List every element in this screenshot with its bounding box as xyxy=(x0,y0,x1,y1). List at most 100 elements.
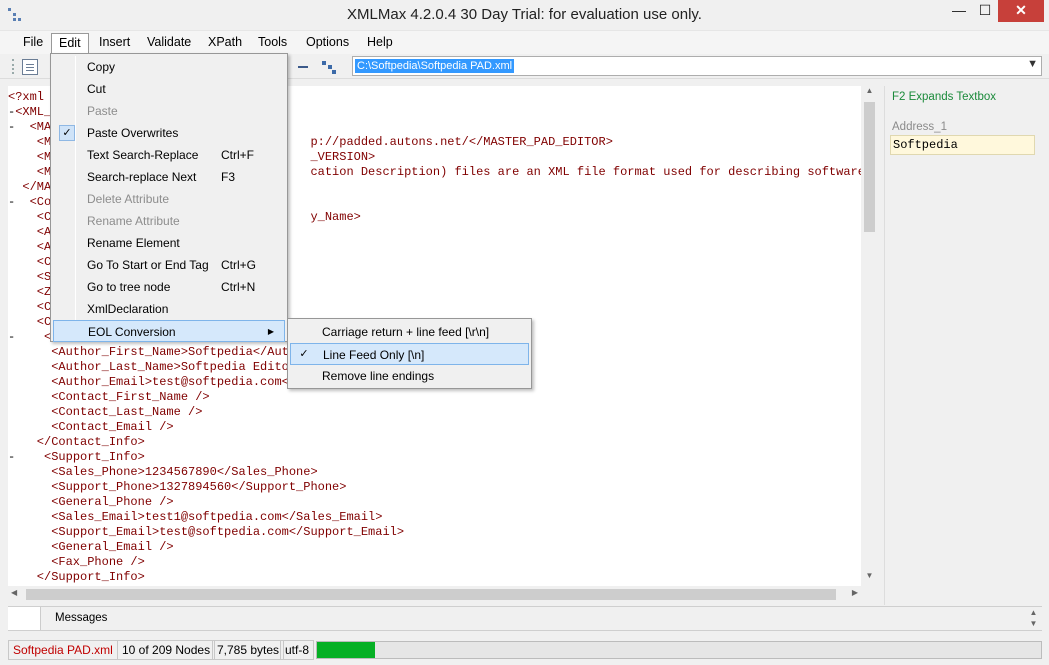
edit-menu-item[interactable]: EOL Conversion ▶ xyxy=(53,320,285,342)
menu-item-label: Copy xyxy=(87,60,116,74)
menu-item-label: Text Search-Replace xyxy=(87,148,199,162)
scroll-right-icon[interactable]: ▶ xyxy=(852,588,858,597)
menu-item-label: Go To Start or End Tag xyxy=(87,258,209,272)
menu-item-label: Remove line endings xyxy=(322,369,435,383)
menu-item-label: Paste Overwrites xyxy=(87,126,179,140)
chevron-down-icon[interactable]: ▼ xyxy=(1027,58,1038,70)
menu-options[interactable]: Options xyxy=(299,33,356,53)
code-line[interactable]: <Sales_Phone>1234567890</Sales_Phone> xyxy=(8,465,861,480)
edit-menu-item[interactable]: Go To Start or End Tag Ctrl+G xyxy=(53,254,285,276)
progress-fill xyxy=(317,642,375,658)
code-text: <Fax_Phone /> xyxy=(8,555,145,569)
code-text: <Support_Info> xyxy=(15,450,145,464)
chevron-right-icon: ▶ xyxy=(267,327,274,336)
edit-menu-item[interactable]: Delete Attribute xyxy=(53,188,285,210)
code-line[interactable]: <Fax_Phone /> xyxy=(8,555,861,570)
file-path-combobox[interactable]: C:\Softpedia\Softpedia PAD.xml ▼ xyxy=(352,56,1042,76)
window-title: XMLMax 4.2.0.4 30 Day Trial: for evaluat… xyxy=(347,6,702,23)
eol-conversion-submenu: Carriage return + line feed [\r\n] ✓ Line … xyxy=(287,318,532,389)
code-text: <XML_ xyxy=(15,105,52,119)
edit-menu-item[interactable]: Rename Attribute xyxy=(53,210,285,232)
edit-menu-item[interactable]: Text Search-Replace Ctrl+F xyxy=(53,144,285,166)
minimize-button[interactable]: — xyxy=(946,0,972,22)
edit-menu: Copy Cut Paste ✓ Paste Overwrites Text Search… xyxy=(50,53,288,342)
editor-horizontal-scrollbar[interactable]: ◀ ▶ xyxy=(8,586,861,603)
code-text: <Author_Last_Name>Softpedia Editor xyxy=(8,360,297,374)
code-text: <Contact_First_Name /> xyxy=(8,390,210,404)
messages-title: Messages xyxy=(55,612,108,624)
code-text: <Support_Email>test@softpedia.com</Suppo… xyxy=(8,525,405,539)
status-file: Softpedia PAD.xml xyxy=(8,640,118,660)
code-line[interactable]: - <Support_Info> xyxy=(8,450,861,465)
code-line[interactable]: <Contact_First_Name /> xyxy=(8,390,861,405)
code-line[interactable]: <Contact_Last_Name /> xyxy=(8,405,861,420)
code-line[interactable]: </Contact_Info> xyxy=(8,435,861,450)
menu-file[interactable]: File xyxy=(16,33,50,53)
eol-menu-item[interactable]: Remove line endings xyxy=(290,365,529,387)
menu-validate[interactable]: Validate xyxy=(140,33,198,53)
attribute-label: Address_1 xyxy=(892,121,947,133)
code-line[interactable]: <General_Email /> xyxy=(8,540,861,555)
menu-help[interactable]: Help xyxy=(360,33,400,53)
code-text: <Sales_Phone>1234567890</Sales_Phone> xyxy=(8,465,318,479)
attribute-value-field[interactable]: Softpedia xyxy=(890,135,1035,155)
editor-vertical-scrollbar[interactable]: ▲ ▼ xyxy=(861,86,878,586)
new-document-icon[interactable] xyxy=(22,59,38,75)
edit-menu-item[interactable]: ✓ Paste Overwrites xyxy=(53,122,285,144)
menu-item-label: XmlDeclaration xyxy=(87,302,169,316)
edit-menu-item[interactable]: Rename Element xyxy=(53,232,285,254)
menu-item-shortcut: F3 xyxy=(221,170,236,184)
code-text: </Contact_Info> xyxy=(8,435,145,449)
eol-menu-item[interactable]: ✓ Line Feed Only [\n] xyxy=(290,343,529,365)
menu-item-label: Delete Attribute xyxy=(87,192,170,206)
code-text: <Author_Email>test@softpedia.com</A xyxy=(8,375,304,389)
menu-item-label: Rename Attribute xyxy=(87,214,180,228)
menu-tools[interactable]: Tools xyxy=(251,33,294,53)
scroll-up-icon[interactable]: ▲ xyxy=(861,86,878,101)
maximize-button[interactable]: ☐ xyxy=(972,0,998,22)
menu-item-label: Carriage return + line feed [\r\n] xyxy=(322,325,490,339)
menu-bar: File Edit Insert Validate XPath Tools Op… xyxy=(0,31,1049,54)
code-text: <Author_First_Name>Softpedia</Autho xyxy=(8,345,304,359)
menu-item-label: Search-replace Next xyxy=(87,170,197,184)
messages-scroll[interactable]: ▲ ▼ xyxy=(1025,607,1042,630)
close-button[interactable]: ✕ xyxy=(998,0,1044,22)
status-nodes: 10 of 209 Nodes xyxy=(117,640,216,660)
code-text: <General_Phone /> xyxy=(8,495,174,509)
checkmark-icon: ✓ xyxy=(59,125,75,141)
menu-item-label: Paste xyxy=(87,104,118,118)
messages-toggle[interactable] xyxy=(8,607,41,630)
code-text: <?xml xyxy=(8,90,45,104)
menu-insert[interactable]: Insert xyxy=(92,33,137,53)
tree-view-icon[interactable] xyxy=(322,59,338,75)
scroll-left-icon[interactable]: ◀ xyxy=(11,588,17,597)
messages-panel: Messages ▲ ▼ xyxy=(8,606,1042,631)
code-line[interactable]: <Support_Phone>1327894560</Support_Phone… xyxy=(8,480,861,495)
menu-item-label: EOL Conversion xyxy=(88,325,176,339)
edit-menu-item[interactable]: XmlDeclaration xyxy=(53,298,285,320)
code-line[interactable]: <Contact_Email /> xyxy=(8,420,861,435)
menu-edit[interactable]: Edit xyxy=(51,33,89,53)
code-line[interactable]: <General_Phone /> xyxy=(8,495,861,510)
edit-menu-item[interactable]: Go to tree node Ctrl+N xyxy=(53,276,285,298)
status-bar: Softpedia PAD.xml 10 of 209 Nodes 7,785 … xyxy=(0,637,1049,665)
code-line[interactable]: <Support_Email>test@softpedia.com</Suppo… xyxy=(8,525,861,540)
status-encoding: utf-8 xyxy=(280,640,315,660)
title-bar: XMLMax 4.2.0.4 30 Day Trial: for evaluat… xyxy=(0,0,1049,31)
code-line[interactable]: </Support_Info> xyxy=(8,570,861,585)
hscroll-thumb[interactable] xyxy=(26,589,836,600)
edit-menu-item[interactable]: Search-replace Next F3 xyxy=(53,166,285,188)
menu-item-label: Line Feed Only [\n] xyxy=(323,348,425,362)
menu-item-label: Rename Element xyxy=(87,236,180,250)
scroll-down-icon[interactable]: ▼ xyxy=(861,571,878,586)
edit-menu-item[interactable]: Paste xyxy=(53,100,285,122)
scroll-thumb[interactable] xyxy=(864,102,875,232)
collapse-icon[interactable] xyxy=(298,66,308,68)
code-line[interactable]: <Sales_Email>test1@softpedia.com</Sales_… xyxy=(8,510,861,525)
eol-menu-item[interactable]: Carriage return + line feed [\r\n] xyxy=(290,321,529,343)
toolbar-grip-icon[interactable] xyxy=(12,59,14,74)
code-text: </Support_Info> xyxy=(8,570,145,584)
edit-menu-item[interactable]: Cut xyxy=(53,78,285,100)
edit-menu-item[interactable]: Copy xyxy=(53,56,285,78)
menu-xpath[interactable]: XPath xyxy=(201,33,249,53)
